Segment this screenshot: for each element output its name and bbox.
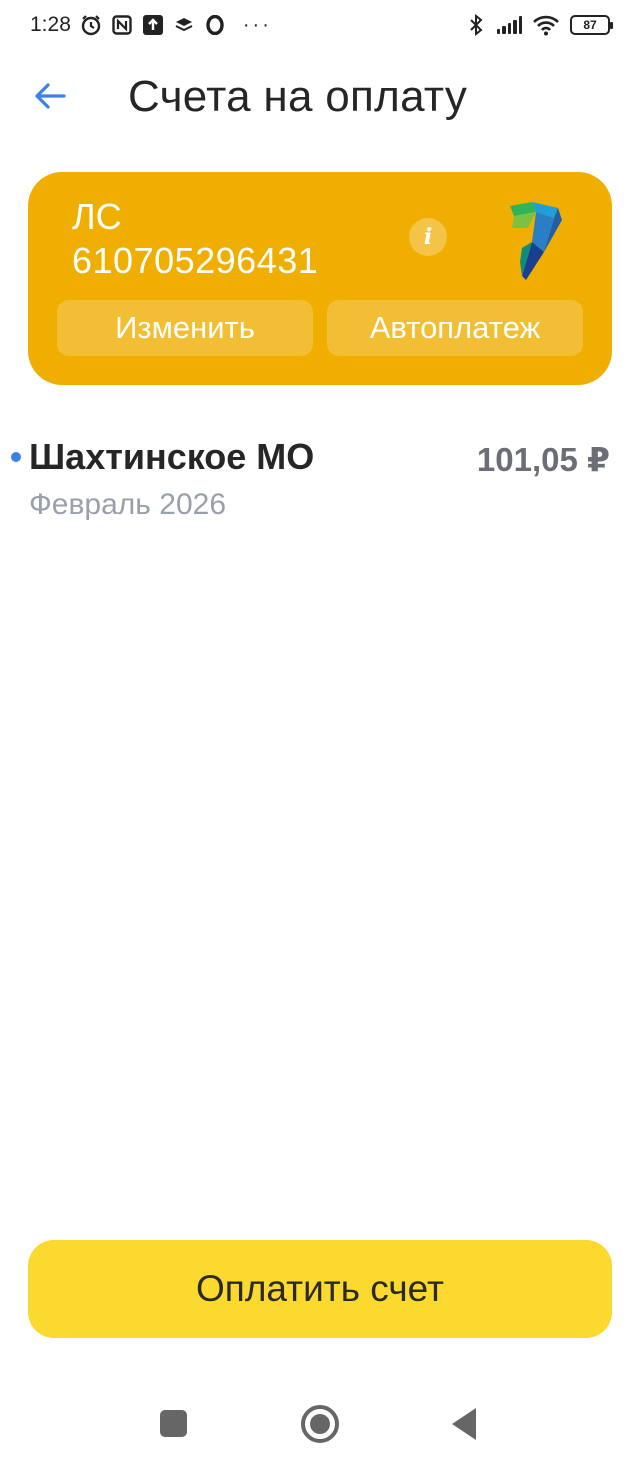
system-nav-bar [0,1380,640,1467]
change-account-button[interactable]: Изменить [57,300,313,356]
status-bar: 1:28 ··· 87 [0,0,640,50]
unread-dot-icon [11,452,21,462]
account-number: 610705296431 [72,240,319,281]
nfc-icon [111,14,133,36]
invoice-name: Шахтинское МО [29,436,315,477]
arrow-left-icon [35,83,66,109]
info-button[interactable]: i [409,218,447,256]
autopay-button[interactable]: Автоплатеж [327,300,583,356]
invoice-period: Февраль 2026 [29,488,227,521]
recent-apps-icon[interactable] [160,1410,187,1437]
page-title: Счета на оплату [128,72,468,121]
account-label: ЛС [72,196,122,237]
list-item[interactable]: Шахтинское МО 101,05 ₽ Февраль 2026 [0,430,640,530]
alarm-icon [80,14,102,36]
pay-invoice-button[interactable]: Оплатить счет [28,1240,612,1338]
battery-icon: 87 [570,15,613,35]
status-time: 1:28 [30,13,71,36]
back-button[interactable] [28,74,72,118]
signal-icon [496,16,522,34]
provider-logo [510,202,562,280]
more-dots-icon: ··· [242,13,272,36]
upload-icon [142,14,164,36]
bluetooth-icon [465,14,487,36]
invoice-amount: 101,05 ₽ [476,441,610,478]
back-triangle-icon[interactable] [452,1408,476,1440]
wifi-icon [532,14,560,36]
opera-icon [204,14,226,36]
app-header: Счета на оплату [0,60,640,136]
account-card: ЛС 610705296431 i Изменить Автоплатеж [28,172,612,385]
home-icon[interactable] [301,1405,339,1443]
layers-icon [173,14,195,36]
